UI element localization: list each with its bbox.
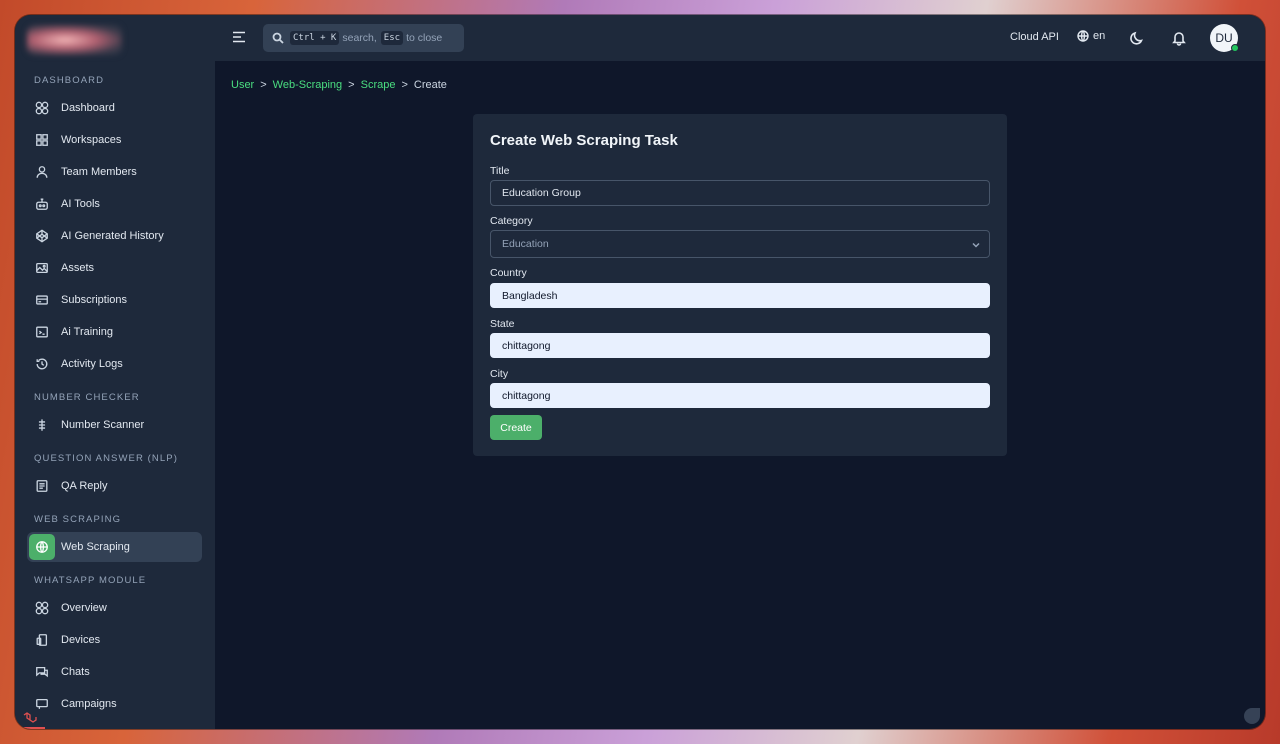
sidebar-item-subscriptions[interactable]: Subscriptions <box>27 285 202 315</box>
country-label: Country <box>490 267 527 279</box>
breadcrumb-current: Create <box>413 79 447 91</box>
search-bar[interactable]: Ctrl + K search, Esc to close <box>263 24 464 52</box>
state-label: State <box>490 318 515 330</box>
sidebar-item-activity-logs[interactable]: Activity Logs <box>27 349 202 379</box>
robot-icon <box>29 191 55 217</box>
title-label: Title <box>490 165 510 177</box>
laravel-icon <box>23 711 37 723</box>
sidebar-item-label: Overview <box>61 602 107 614</box>
sidebar-item-label: Assets <box>61 262 95 274</box>
page-title: Create Web Scraping Task <box>490 132 678 149</box>
sidebar-item-label: Chats <box>61 666 90 678</box>
sidebar-item-qa-reply[interactable]: QA Reply <box>27 471 202 501</box>
sidebar-item-devices[interactable]: Devices <box>27 625 202 655</box>
breadcrumb-web-scraping[interactable]: Web-Scraping <box>273 79 343 91</box>
create-task-card: Create Web Scraping Task Title Education… <box>473 114 1007 456</box>
sidebar-item-label: Number Scanner <box>61 419 145 431</box>
sidebar-item-ai-training[interactable]: Ai Training <box>27 317 202 347</box>
search-hint-text: to close <box>406 32 443 44</box>
sidebar-item-label: Web Scraping <box>61 541 130 553</box>
image-icon <box>29 255 55 281</box>
sidebar-item-label: AI Generated History <box>61 230 164 242</box>
language-label: en <box>1093 30 1106 42</box>
section-web-scraping: WEB SCRAPING <box>34 514 122 525</box>
category-selected-value: Education <box>502 238 549 250</box>
breadcrumb-scrape[interactable]: Scrape <box>361 79 396 91</box>
history-icon <box>29 351 55 377</box>
grid-squares-icon <box>29 127 55 153</box>
online-status-dot <box>1231 44 1239 52</box>
sidebar-item-number-scanner[interactable]: Number Scanner <box>27 410 202 440</box>
sidebar-item-label: Devices <box>61 634 101 646</box>
breadcrumb-separator: > <box>401 79 408 91</box>
breadcrumb-separator: > <box>260 79 267 91</box>
section-dashboard: DASHBOARD <box>34 75 105 86</box>
globe-icon <box>29 534 55 560</box>
sidebar-item-label: QA Reply <box>61 480 108 492</box>
sidebar-item-overview[interactable]: Overview <box>27 593 202 623</box>
language-switcher[interactable]: en <box>1077 30 1105 42</box>
progress-bar <box>15 727 45 729</box>
breadcrumb-user[interactable]: User <box>231 79 254 91</box>
sidebar-item-label: Workspaces <box>61 134 122 146</box>
sidebar-item-label: Team Members <box>61 166 137 178</box>
sidebar-item-label: Activity Logs <box>61 358 123 370</box>
sidebar-item-workspaces[interactable]: Workspaces <box>27 125 202 155</box>
breadcrumb: User > Web-Scraping > Scrape > Create <box>231 79 447 91</box>
section-number-checker: NUMBER CHECKER <box>34 392 140 403</box>
devices-icon <box>29 627 55 653</box>
sidebar: DASHBOARD Dashboard Workspaces Team Memb… <box>15 15 215 729</box>
chevron-down-icon <box>971 240 981 250</box>
topbar: Ctrl + K search, Esc to close Cloud API … <box>215 15 1265 61</box>
resize-handle[interactable] <box>1244 708 1260 724</box>
breadcrumb-separator: > <box>348 79 355 91</box>
city-input[interactable]: chittagong <box>490 383 990 408</box>
moon-icon[interactable] <box>1129 30 1145 46</box>
sidebar-item-chats[interactable]: Chats <box>27 657 202 687</box>
sidebar-item-web-scraping[interactable]: Web Scraping <box>27 532 202 562</box>
sidebar-item-label: Campaigns <box>61 698 117 710</box>
country-input[interactable]: Bangladesh <box>490 283 990 308</box>
title-input[interactable]: Education Group <box>490 180 990 206</box>
menu-toggle-icon[interactable] <box>231 29 247 45</box>
app-logo[interactable] <box>27 25 122 55</box>
state-input[interactable]: chittagong <box>490 333 990 358</box>
category-select[interactable]: Education <box>490 230 990 258</box>
sidebar-item-label: AI Tools <box>61 198 100 210</box>
create-button[interactable]: Create <box>490 415 542 440</box>
sidebar-item-label: Subscriptions <box>61 294 128 306</box>
sidebar-item-ai-tools[interactable]: AI Tools <box>27 189 202 219</box>
escape-kbd: Esc <box>380 31 404 45</box>
document-icon <box>29 473 55 499</box>
app-window: DASHBOARD Dashboard Workspaces Team Memb… <box>15 15 1265 729</box>
avatar[interactable]: DU <box>1210 24 1239 52</box>
card-icon <box>29 287 55 313</box>
sidebar-item-campaigns[interactable]: Campaigns <box>27 689 202 719</box>
grid-circles-icon <box>29 595 55 621</box>
sidebar-item-label: Ai Training <box>61 326 113 338</box>
bell-icon[interactable] <box>1171 30 1187 46</box>
sidebar-item-team-members[interactable]: Team Members <box>27 157 202 187</box>
codepen-icon <box>29 223 55 249</box>
category-label: Category <box>490 215 533 227</box>
scanner-icon <box>29 412 55 438</box>
city-label: City <box>490 368 509 380</box>
sidebar-item-dashboard[interactable]: Dashboard <box>27 93 202 123</box>
user-icon <box>29 159 55 185</box>
grid-circles-icon <box>29 95 55 121</box>
shortcut-kbd: Ctrl + K <box>290 31 340 45</box>
sidebar-item-label: Dashboard <box>61 102 115 114</box>
section-question-answer: QUESTION ANSWER (NLP) <box>34 453 178 464</box>
sidebar-item-assets[interactable]: Assets <box>27 253 202 283</box>
avatar-initials: DU <box>1215 31 1233 45</box>
search-icon <box>272 32 284 44</box>
section-whatsapp-module: WHATSAPP MODULE <box>34 575 147 586</box>
chat-icon <box>29 659 55 685</box>
sidebar-item-ai-generated-history[interactable]: AI Generated History <box>27 221 202 251</box>
cloud-api-link[interactable]: Cloud API <box>1010 31 1059 43</box>
training-icon <box>29 319 55 345</box>
search-hint-text: search, <box>342 32 377 44</box>
globe-icon <box>1077 30 1089 42</box>
